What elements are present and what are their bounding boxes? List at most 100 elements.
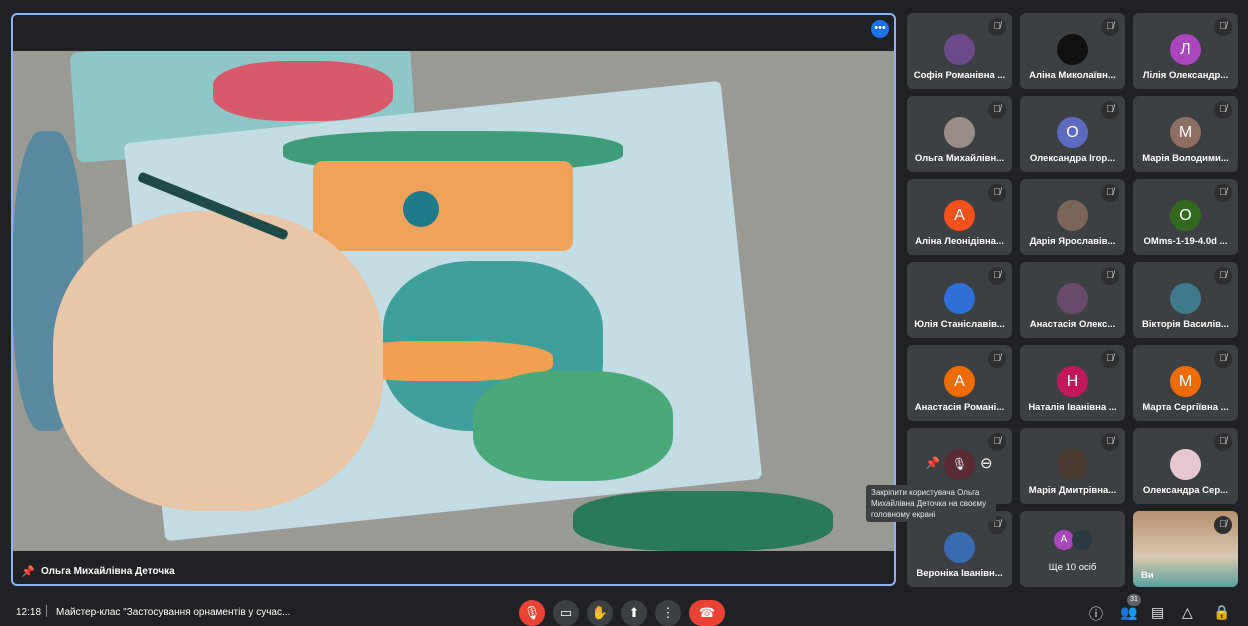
mic-off-icon: 🎙̸ xyxy=(988,433,1006,451)
avatar: Л xyxy=(1170,34,1201,65)
info-icon[interactable]: ⓘ xyxy=(1089,604,1103,624)
participant-tile[interactable]: 🎙̸ Ольга Михайлівн... xyxy=(907,96,1012,172)
participant-tile[interactable]: 🎙̸ Дарія Ярославів... xyxy=(1020,179,1125,255)
avatar xyxy=(1057,449,1088,480)
participant-tile[interactable]: 🎙̸ Вікторія Василів... xyxy=(1133,262,1238,338)
avatar xyxy=(944,34,975,65)
participant-name: Марта Сергіївна ... xyxy=(1142,402,1229,413)
participant-tile[interactable]: 🎙̸ Марія Дмитрівна... xyxy=(1020,428,1125,504)
participants-count: 31 xyxy=(1127,594,1141,606)
more-options-button[interactable]: ⋮ xyxy=(655,600,681,626)
participant-name: Наталія Іванівна ... xyxy=(1028,402,1117,413)
participant-name: Анастасія Романі... xyxy=(914,402,1005,413)
avatar: М xyxy=(1170,366,1201,397)
present-screen-button[interactable]: ⬆ xyxy=(621,600,647,626)
end-call-button[interactable]: ☎ xyxy=(689,600,725,626)
mic-off-button[interactable]: 🎙 xyxy=(519,600,545,626)
participant-name: Лілія Олександр... xyxy=(1142,70,1229,81)
mic-off-icon: 🎙̸ xyxy=(988,184,1006,202)
video-feed xyxy=(13,51,894,551)
participant-name: Марія Володими... xyxy=(1142,153,1229,164)
participant-name: Ви xyxy=(1141,570,1154,581)
avatar xyxy=(1170,283,1201,314)
mute-button[interactable]: 🎙 xyxy=(944,449,975,480)
camera-button[interactable]: ▭ xyxy=(553,600,579,626)
participant-name: Вікторія Василів... xyxy=(1142,319,1229,330)
mic-off-icon: 🎙̸ xyxy=(1214,18,1232,36)
participant-tile[interactable]: 🎙̸ Н Наталія Іванівна ... xyxy=(1020,345,1125,421)
participant-tile[interactable]: 🎙̸ А Анастасія Романі... xyxy=(907,345,1012,421)
avatar: Н xyxy=(1057,366,1088,397)
participant-tile[interactable]: 🎙̸ М Марта Сергіївна ... xyxy=(1133,345,1238,421)
participant-name: Аліна Леонідівна... xyxy=(915,236,1004,247)
mic-off-icon: 🎙̸ xyxy=(1214,184,1232,202)
participant-tile[interactable]: 🎙̸ Анастасія Олекс... xyxy=(1020,262,1125,338)
participant-tile[interactable]: 🎙̸ О Олександра Ігор... xyxy=(1020,96,1125,172)
mic-off-icon: 🎙̸ xyxy=(1214,267,1232,285)
participant-tile[interactable]: 🎙̸ Ви xyxy=(1133,511,1238,587)
more-options-button[interactable]: ••• xyxy=(871,20,889,38)
bottom-bar: 12:18 Майстер-клас "Застосування орнамен… xyxy=(0,594,1248,626)
participant-name: Дарія Ярославів... xyxy=(1029,236,1116,247)
avatar: А xyxy=(944,366,975,397)
participant-name: Ольга Михайлівн... xyxy=(914,153,1005,164)
avatar xyxy=(1170,449,1201,480)
people-icon[interactable]: 👥 xyxy=(1120,604,1137,621)
participant-name: Софія Романівна ... xyxy=(913,70,1006,81)
participant-name: Юлія Станіславів... xyxy=(914,319,1005,330)
mic-off-icon: 🎙̸ xyxy=(988,267,1006,285)
mic-off-icon: 🎙̸ xyxy=(1101,350,1119,368)
pin-button[interactable]: 📌 xyxy=(925,456,940,470)
mic-off-icon: 🎙̸ xyxy=(988,101,1006,119)
avatar xyxy=(944,283,975,314)
participant-tile[interactable]: А Ще 10 осіб xyxy=(1020,511,1125,587)
avatar: А xyxy=(1054,530,1074,550)
more-participants-label: Ще 10 осіб xyxy=(1048,562,1097,573)
avatar xyxy=(1072,530,1092,550)
avatar xyxy=(1057,34,1088,65)
avatar xyxy=(1057,200,1088,231)
avatar: А xyxy=(944,200,975,231)
chat-icon[interactable]: ▤ xyxy=(1151,604,1164,621)
participant-tile[interactable]: 🎙̸ М Марія Володими... xyxy=(1133,96,1238,172)
participant-tile[interactable]: 🎙̸ А Аліна Леонідівна... xyxy=(907,179,1012,255)
main-video-tile[interactable]: ••• 📌 Ольга Михайлівна Деточка xyxy=(11,13,896,586)
mic-off-icon: 🎙̸ xyxy=(1101,18,1119,36)
participant-tile[interactable]: 🎙̸ Софія Романівна ... xyxy=(907,13,1012,89)
avatar: О xyxy=(1170,200,1201,231)
pin-tooltip: Закріпити користувача Ольга Михайлівна Д… xyxy=(866,485,996,522)
participant-name: Марія Дмитрівна... xyxy=(1028,485,1117,496)
participant-name: OMms-1-19-4.0d ... xyxy=(1143,236,1228,247)
pin-icon: 📌 xyxy=(21,566,35,578)
speaker-name: Ольга Михайлівна Деточка xyxy=(41,566,175,577)
mic-off-icon: 🎙̸ xyxy=(1101,184,1119,202)
mic-off-icon: 🎙̸ xyxy=(1101,267,1119,285)
activities-icon[interactable]: △ xyxy=(1182,604,1193,621)
avatar xyxy=(1057,283,1088,314)
avatar: М xyxy=(1170,117,1201,148)
participant-tile[interactable]: 🎙̸ Л Лілія Олександр... xyxy=(1133,13,1238,89)
avatar xyxy=(944,532,975,563)
host-controls-icon[interactable]: 🔒 xyxy=(1213,604,1230,621)
raise-hand-button[interactable]: ✋ xyxy=(587,600,613,626)
mic-off-icon: 🎙̸ xyxy=(1214,516,1232,534)
mic-off-icon: 🎙̸ xyxy=(988,18,1006,36)
mic-off-icon: 🎙̸ xyxy=(988,350,1006,368)
participant-tile[interactable]: 🎙̸ Аліна Миколаївн... xyxy=(1020,13,1125,89)
remove-button[interactable]: ⊖ xyxy=(980,454,993,472)
participant-name: Вероніка Іванівн... xyxy=(916,568,1003,579)
mic-off-icon: 🎙̸ xyxy=(1101,433,1119,451)
participant-name: Олександра Сер... xyxy=(1142,485,1229,496)
participant-name: Анастасія Олекс... xyxy=(1029,319,1116,330)
meeting-title: Майстер-клас "Застосування орнаментів у … xyxy=(56,607,291,618)
participant-tile[interactable]: 🎙̸ Юлія Станіславів... xyxy=(907,262,1012,338)
participant-tile[interactable]: 🎙̸ О OMms-1-19-4.0d ... xyxy=(1133,179,1238,255)
avatar: О xyxy=(1057,117,1088,148)
mic-off-icon: 🎙̸ xyxy=(1214,350,1232,368)
participant-tile[interactable]: 🎙̸ Вероніка Іванівн... xyxy=(907,511,1012,587)
avatar xyxy=(944,117,975,148)
participant-tile[interactable]: 🎙̸ Олександра Сер... xyxy=(1133,428,1238,504)
clock: 12:18 xyxy=(16,607,42,618)
participant-name: Аліна Миколаївн... xyxy=(1029,70,1116,81)
mic-off-icon: 🎙̸ xyxy=(1214,101,1232,119)
